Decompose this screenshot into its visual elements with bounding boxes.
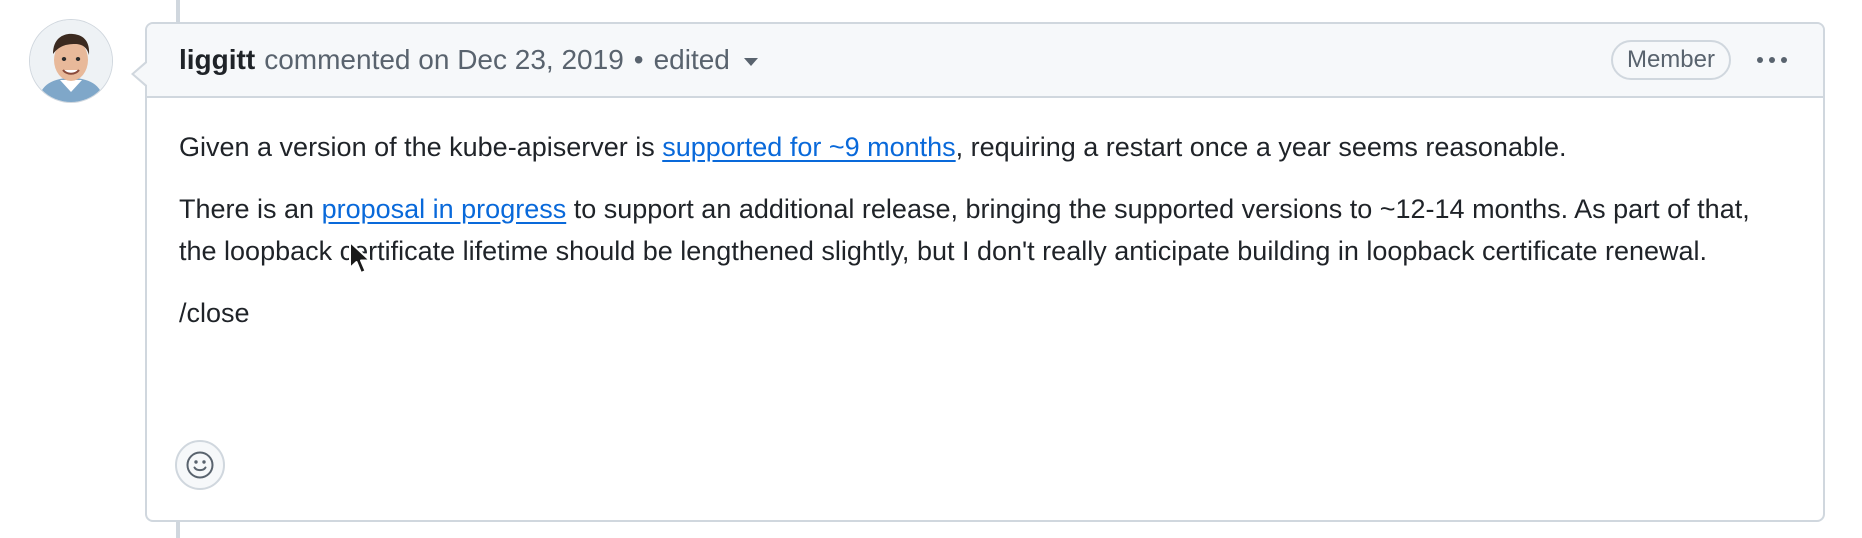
kebab-dot — [1757, 57, 1763, 63]
separator-dot: • — [633, 44, 644, 75]
comment-body: Given a version of the kube-apiserver is… — [147, 98, 1823, 334]
p1-text-before: Given a version of the kube-apiserver is — [179, 132, 663, 162]
author-link[interactable]: liggitt — [179, 44, 255, 76]
p2-text-before: There is an — [179, 194, 322, 224]
avatar-icon — [30, 20, 112, 102]
user-avatar[interactable] — [30, 20, 112, 102]
body-paragraph-2: There is an proposal in progress to supp… — [179, 188, 1791, 272]
body-paragraph-1: Given a version of the kube-apiserver is… — [179, 126, 1791, 168]
kebab-dot — [1769, 57, 1775, 63]
proposal-link[interactable]: proposal in progress — [322, 194, 567, 224]
kebab-horizontal-icon[interactable] — [1753, 49, 1791, 71]
p1-text-after: , requiring a restart once a year seems … — [955, 132, 1567, 162]
triangle-down-icon — [743, 58, 758, 66]
comment-timestamp[interactable]: commented on Dec 23, 2019 — [264, 44, 624, 76]
support-link[interactable]: supported for ~9 months — [662, 132, 955, 162]
kebab-dot — [1781, 57, 1787, 63]
comment-header: liggitt commented on Dec 23, 2019 • edit… — [147, 24, 1823, 98]
add-reaction-button[interactable] — [175, 440, 225, 490]
role-badge: Member — [1610, 40, 1731, 80]
smiley-icon — [186, 451, 214, 479]
body-paragraph-3: /close — [179, 298, 250, 328]
edited-label: edited — [653, 44, 730, 75]
edited-dropdown[interactable]: edited — [654, 44, 758, 76]
comment-box: liggitt commented on Dec 23, 2019 • edit… — [131, 22, 1825, 522]
